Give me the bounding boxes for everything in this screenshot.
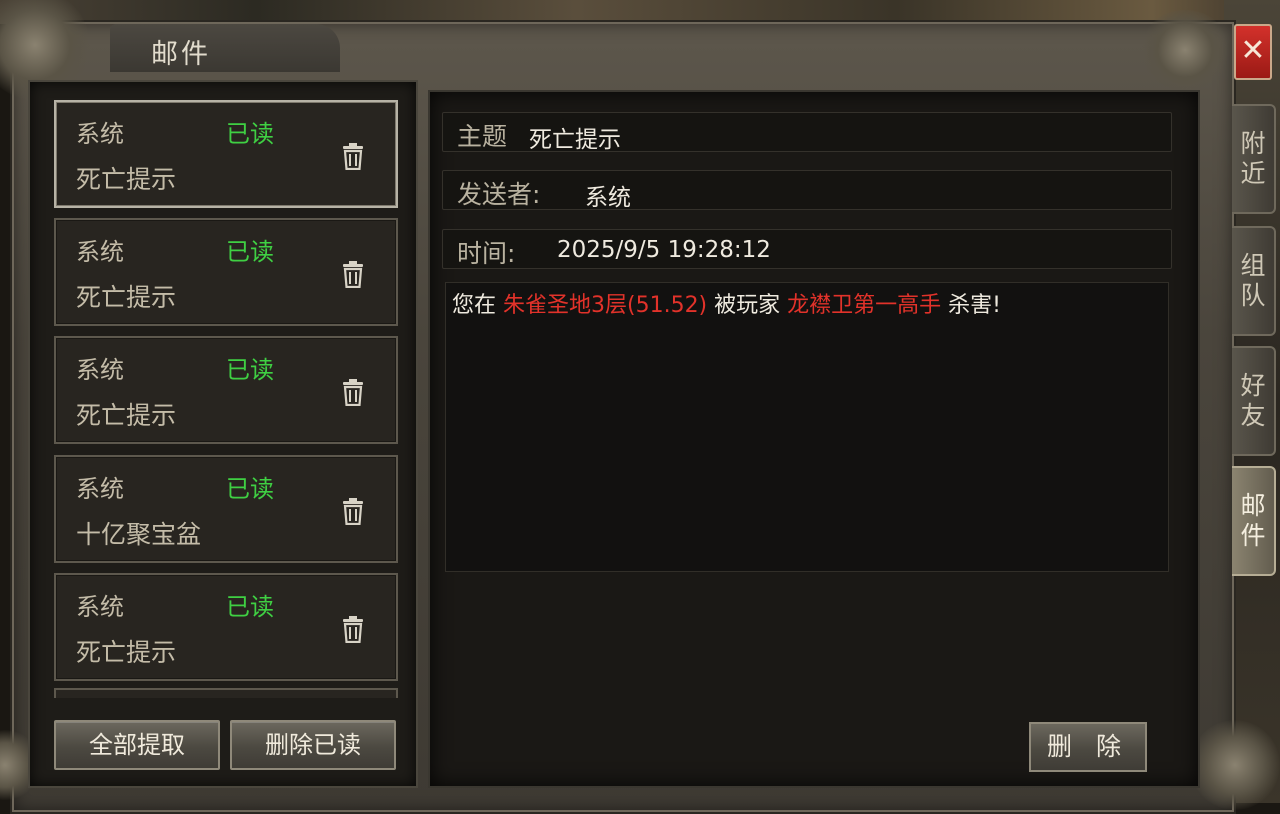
trash-icon[interactable] (342, 260, 364, 288)
collect-all-button[interactable]: 全部提取 (54, 720, 220, 770)
mail-list-item[interactable]: 系统 已读 十亿聚宝盆 (54, 455, 398, 563)
message-location: 朱雀圣地3层(51.52) (503, 293, 708, 318)
trash-icon[interactable] (342, 497, 364, 525)
mail-sender: 系统 (76, 475, 124, 503)
trash-icon[interactable] (342, 378, 364, 406)
tab-label: 邮 (1240, 491, 1266, 520)
message-part-2: 被玩家 (707, 293, 788, 318)
tab-label: 队 (1240, 281, 1266, 310)
window-title: 邮件 (151, 39, 211, 70)
mail-subject: 十亿聚宝盆 (76, 520, 202, 549)
close-icon: ✕ (1240, 33, 1266, 68)
trash-icon[interactable] (342, 615, 364, 643)
message-text: 您在 朱雀圣地3层(51.52) 被玩家 龙襟卫第一高手 杀害! (452, 287, 1001, 319)
mail-status: 已读 (226, 120, 274, 148)
tab-team[interactable]: 组 队 (1232, 226, 1276, 336)
mail-list-item[interactable]: 系统 已读 死亡提示 (54, 218, 398, 326)
tab-label: 组 (1240, 251, 1266, 280)
sender-label: 发送者: (457, 180, 541, 209)
mail-status: 已读 (226, 356, 274, 384)
tab-nearby[interactable]: 附 近 (1232, 104, 1276, 214)
time-row: 时间: 2025/9/5 19:28:12 (442, 229, 1172, 269)
tab-label: 友 (1240, 401, 1266, 430)
message-part-3: 杀害! (941, 293, 1001, 318)
tab-label: 好 (1240, 371, 1266, 400)
frame-ornament-top-right (1140, 10, 1230, 90)
time-label: 时间: (457, 239, 516, 268)
subject-label: 主题 (457, 122, 508, 151)
mail-list-item[interactable]: 系统 已读 死亡提示 (54, 100, 398, 208)
sender-value: 系统 (585, 185, 631, 211)
mail-sender: 系统 (76, 356, 124, 384)
delete-read-button[interactable]: 删除已读 (230, 720, 396, 770)
mail-subject: 死亡提示 (76, 283, 177, 312)
mail-subject: 死亡提示 (76, 401, 177, 430)
subject-row: 主题 死亡提示 (442, 112, 1172, 153)
message-body: 您在 朱雀圣地3层(51.52) 被玩家 龙襟卫第一高手 杀害! (445, 282, 1169, 572)
mail-sender: 系统 (76, 593, 124, 621)
tab-friends[interactable]: 好 友 (1232, 346, 1276, 456)
mail-status: 已读 (226, 238, 274, 266)
subject-value: 死亡提示 (529, 127, 621, 153)
time-value: 2025/9/5 19:28:12 (557, 237, 771, 263)
tab-mail[interactable]: 邮 件 (1232, 466, 1276, 576)
close-button[interactable]: ✕ (1234, 24, 1272, 80)
tab-label: 件 (1240, 521, 1266, 550)
mail-sender: 系统 (76, 120, 124, 148)
mail-list-item-partial (54, 688, 398, 698)
tab-label: 附 (1240, 129, 1266, 158)
mail-list-item[interactable]: 系统 已读 死亡提示 (54, 336, 398, 444)
sender-row: 发送者: 系统 (442, 170, 1172, 211)
delete-mail-button[interactable]: 删 除 (1029, 722, 1147, 772)
mail-status: 已读 (226, 593, 274, 621)
tab-label: 近 (1240, 159, 1266, 188)
message-part-1: 您在 (452, 293, 503, 318)
message-killer: 龙襟卫第一高手 (787, 293, 942, 318)
mail-subject: 死亡提示 (76, 165, 177, 194)
mail-list-item[interactable]: 系统 已读 死亡提示 (54, 573, 398, 681)
mail-subject: 死亡提示 (76, 638, 177, 667)
frame-ornament-bottom-right (1190, 720, 1280, 810)
trash-icon[interactable] (342, 142, 364, 170)
title-tab (110, 24, 340, 72)
mail-status: 已读 (226, 475, 274, 503)
mail-sender: 系统 (76, 238, 124, 266)
